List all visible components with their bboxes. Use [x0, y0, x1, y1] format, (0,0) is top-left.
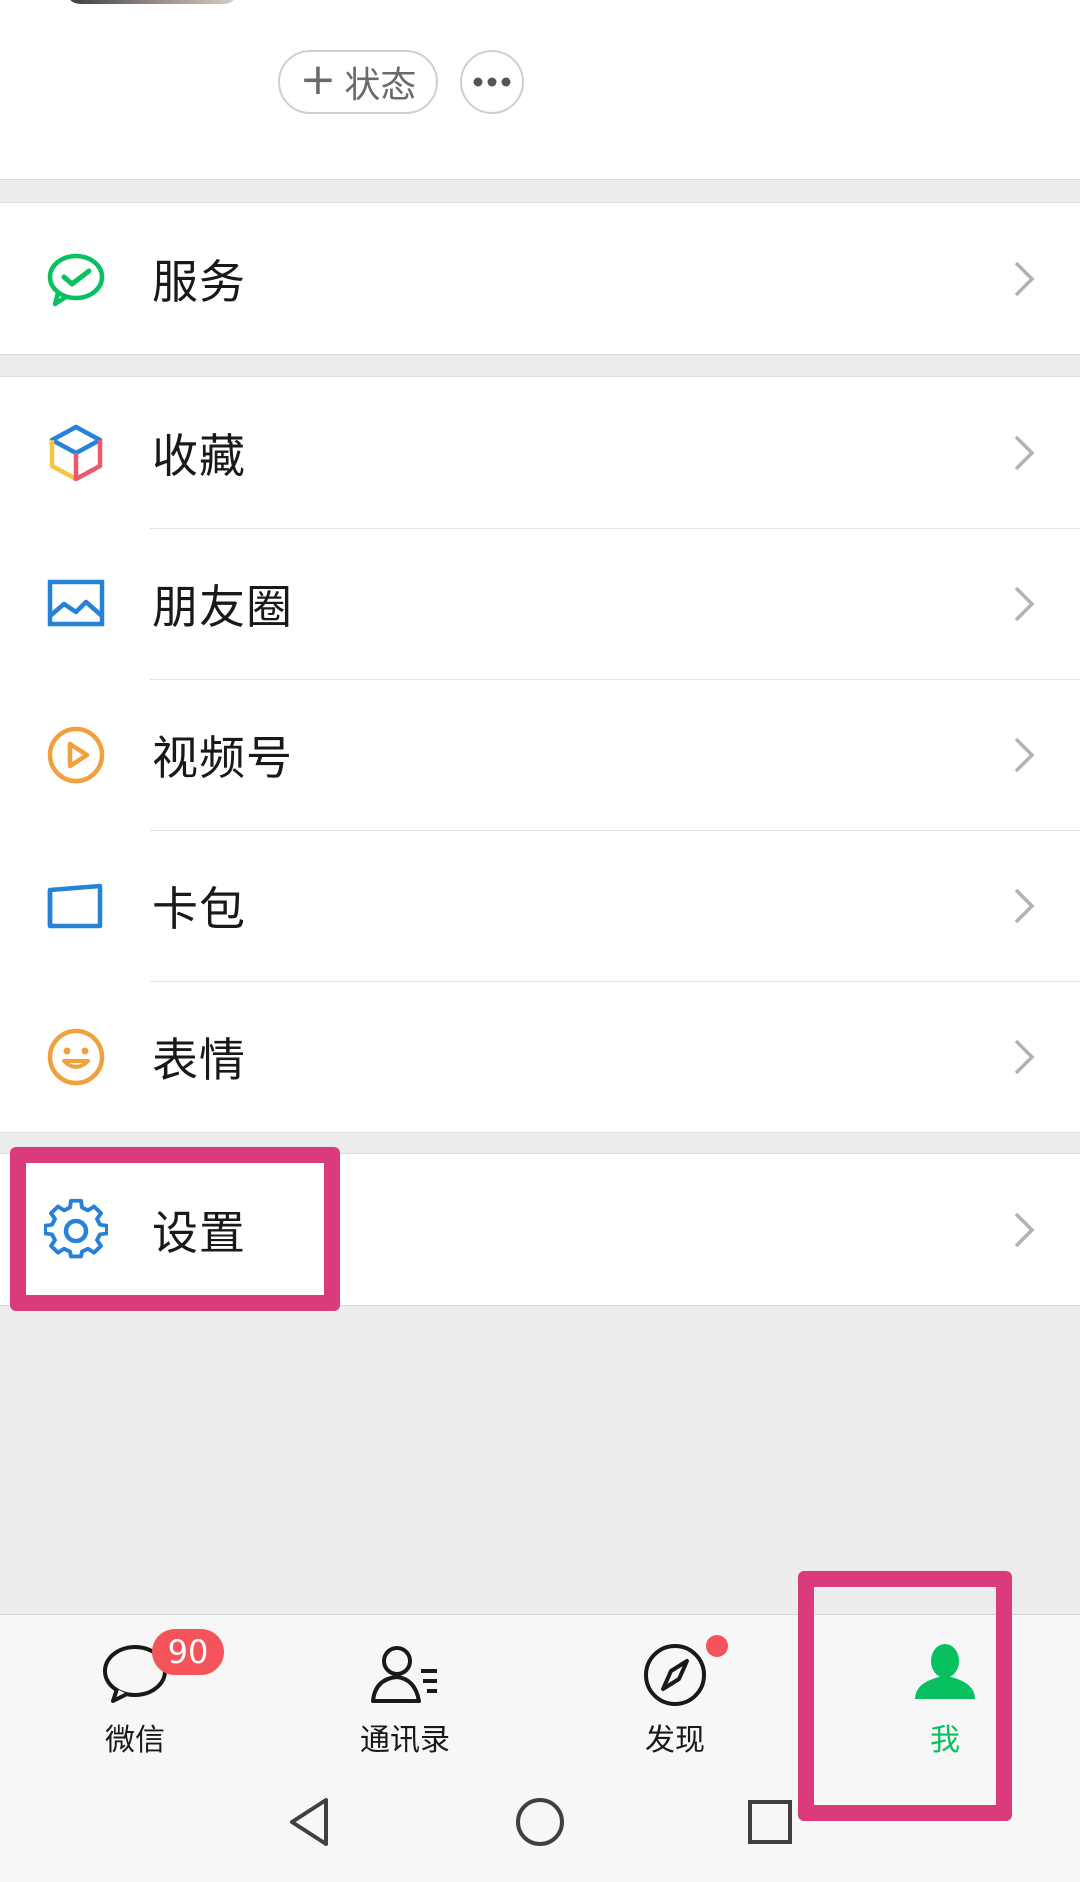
menu-item-label: 卡包 — [152, 881, 246, 936]
chevron-right-icon — [1014, 435, 1035, 470]
chevron-right-icon — [1014, 1212, 1035, 1247]
tab-label: 微信 — [105, 1723, 165, 1758]
menu-item-label: 收藏 — [152, 428, 246, 483]
tab-label: 发现 — [645, 1723, 705, 1758]
menu-item-label: 设置 — [152, 1205, 246, 1260]
sticker-smile-icon — [44, 1025, 108, 1089]
system-nav-bar — [0, 1764, 1080, 1882]
menu-item-label: 视频号 — [152, 730, 293, 785]
new-content-dot — [706, 1635, 728, 1657]
gear-icon — [44, 1198, 108, 1262]
tab-label: 通讯录 — [360, 1723, 450, 1758]
tab-label: 我 — [930, 1723, 960, 1758]
menu-item-channels[interactable]: 视频号 — [0, 679, 1080, 830]
chevron-right-icon — [1014, 586, 1035, 621]
moments-image-icon — [44, 572, 108, 636]
chevron-right-icon — [1014, 737, 1035, 772]
menu-item-label: 朋友圈 — [152, 579, 293, 634]
recents-icon[interactable] — [738, 1790, 802, 1854]
tab-chats[interactable]: 90 微信 — [0, 1615, 270, 1765]
contacts-icon — [365, 1635, 445, 1715]
menu-item-label: 表情 — [152, 1032, 246, 1087]
menu-item-label: 服务 — [152, 254, 246, 309]
menu-item-settings[interactable]: 设置 — [0, 1154, 1080, 1305]
back-icon[interactable] — [278, 1790, 342, 1854]
favorites-cube-icon — [44, 421, 108, 485]
more-button[interactable] — [460, 50, 524, 114]
me-person-icon — [905, 1635, 985, 1715]
me-page: + 状态 服务 收藏 朋友圈 视频号 卡包 表情 设置 90 微信 通讯录 发现… — [0, 0, 1080, 1882]
menu-item-service[interactable]: 服务 — [0, 203, 1080, 354]
status-label: 状态 — [344, 65, 417, 106]
wechat-pay-icon — [44, 247, 108, 311]
bottom-tab-bar: 90 微信 通讯录 发现 我 — [0, 1614, 1080, 1764]
add-status-button[interactable]: + 状态 — [278, 50, 438, 114]
menu-group-main: 收藏 朋友圈 视频号 卡包 表情 — [0, 376, 1080, 1133]
tab-contacts[interactable]: 通讯录 — [270, 1615, 540, 1765]
menu-group-services: 服务 — [0, 202, 1080, 355]
home-icon[interactable] — [508, 1790, 572, 1854]
chevron-right-icon — [1014, 1039, 1035, 1074]
menu-item-stickers[interactable]: 表情 — [0, 981, 1080, 1132]
menu-item-moments[interactable]: 朋友圈 — [0, 528, 1080, 679]
menu-item-cards[interactable]: 卡包 — [0, 830, 1080, 981]
more-dots-icon — [473, 77, 511, 87]
profile-header: + 状态 — [0, 0, 1080, 180]
tab-discover[interactable]: 发现 — [540, 1615, 810, 1765]
menu-item-favorites[interactable]: 收藏 — [0, 377, 1080, 528]
chevron-right-icon — [1014, 888, 1035, 923]
unread-badge: 90 — [152, 1629, 224, 1675]
compass-icon — [635, 1635, 715, 1715]
card-wallet-icon — [44, 874, 108, 938]
avatar[interactable] — [66, 0, 238, 4]
channels-play-icon — [44, 723, 108, 787]
plus-icon: + — [299, 54, 337, 105]
menu-group-settings: 设置 — [0, 1153, 1080, 1306]
chevron-right-icon — [1014, 261, 1035, 296]
tab-me[interactable]: 我 — [810, 1615, 1080, 1765]
